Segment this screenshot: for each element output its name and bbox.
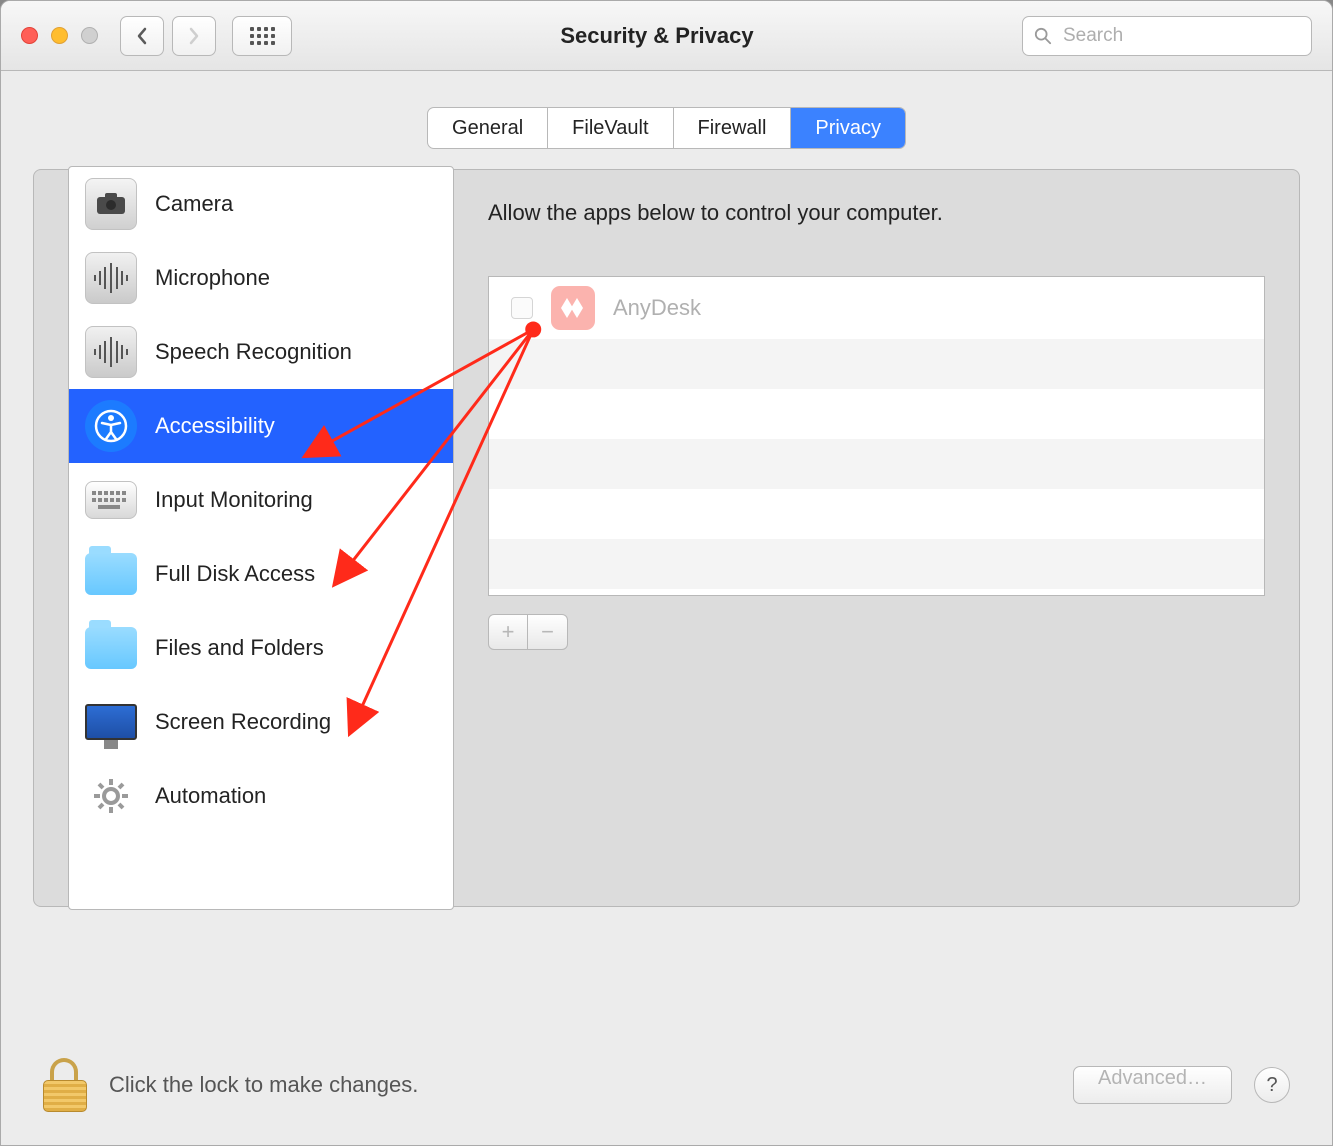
sidebar-item-label: Camera — [155, 191, 233, 217]
keyboard-icon — [85, 481, 137, 519]
window-title: Security & Privacy — [308, 23, 1006, 49]
sidebar-item-screen-recording[interactable]: Screen Recording — [69, 685, 453, 759]
preferences-window: Security & Privacy General FileVault Fir… — [0, 0, 1333, 1146]
advanced-button[interactable]: Advanced… — [1073, 1066, 1232, 1104]
sidebar-item-label: Automation — [155, 783, 266, 809]
sidebar-item-label: Microphone — [155, 265, 270, 291]
app-row-anydesk[interactable]: AnyDesk — [489, 277, 1264, 339]
content-area: Camera Microphone Speech Recognition — [33, 169, 1300, 907]
chevron-left-icon — [135, 27, 149, 45]
display-icon — [85, 704, 137, 740]
sidebar-item-speech-recognition[interactable]: Speech Recognition — [69, 315, 453, 389]
tabs: General FileVault Firewall Privacy — [427, 107, 906, 149]
anydesk-icon — [551, 286, 595, 330]
privacy-sidebar: Camera Microphone Speech Recognition — [68, 166, 454, 910]
tab-general[interactable]: General — [428, 108, 548, 148]
sidebar-item-accessibility[interactable]: Accessibility — [69, 389, 453, 463]
grid-icon — [250, 27, 275, 45]
app-name-label: AnyDesk — [613, 295, 701, 321]
sidebar-item-full-disk-access[interactable]: Full Disk Access — [69, 537, 453, 611]
sidebar-item-camera[interactable]: Camera — [69, 167, 453, 241]
add-remove-group: + − — [488, 614, 1265, 650]
window-controls — [21, 27, 98, 44]
close-window-button[interactable] — [21, 27, 38, 44]
zoom-window-button[interactable] — [81, 27, 98, 44]
accessibility-icon — [85, 400, 137, 452]
minimize-window-button[interactable] — [51, 27, 68, 44]
chevron-right-icon — [187, 27, 201, 45]
titlebar: Security & Privacy — [1, 1, 1332, 71]
sidebar-item-label: Input Monitoring — [155, 487, 313, 513]
sidebar-item-label: Speech Recognition — [155, 339, 352, 365]
tab-bar: General FileVault Firewall Privacy — [1, 71, 1332, 149]
detail-heading: Allow the apps below to control your com… — [488, 200, 1265, 226]
lock-shackle-icon — [50, 1058, 78, 1082]
sidebar-item-label: Screen Recording — [155, 709, 331, 735]
privacy-category-list: Camera Microphone Speech Recognition — [69, 167, 453, 833]
lock-body-icon — [43, 1080, 87, 1112]
detail-pane: Allow the apps below to control your com… — [470, 170, 1299, 906]
sidebar-item-input-monitoring[interactable]: Input Monitoring — [69, 463, 453, 537]
waveform-icon — [85, 326, 137, 378]
help-button[interactable]: ? — [1254, 1067, 1290, 1103]
sidebar-item-files-and-folders[interactable]: Files and Folders — [69, 611, 453, 685]
folder-icon — [85, 553, 137, 595]
tab-firewall[interactable]: Firewall — [674, 108, 792, 148]
search-icon — [1034, 27, 1052, 45]
sidebar-item-label: Accessibility — [155, 413, 275, 439]
add-app-button[interactable]: + — [488, 614, 528, 650]
tab-privacy[interactable]: Privacy — [791, 108, 905, 148]
app-list-empty-rows — [489, 339, 1264, 589]
app-checkbox-anydesk[interactable] — [511, 297, 533, 319]
camera-icon — [85, 178, 137, 230]
nav-buttons — [120, 16, 216, 56]
sidebar-item-label: Files and Folders — [155, 635, 324, 661]
lock-hint-label: Click the lock to make changes. — [109, 1072, 418, 1098]
sidebar-item-microphone[interactable]: Microphone — [69, 241, 453, 315]
show-all-button[interactable] — [232, 16, 292, 56]
microphone-icon — [85, 252, 137, 304]
back-button[interactable] — [120, 16, 164, 56]
sidebar-item-label: Full Disk Access — [155, 561, 315, 587]
remove-app-button[interactable]: − — [528, 614, 568, 650]
search-input[interactable] — [1022, 16, 1312, 56]
search-field-wrap — [1022, 16, 1312, 56]
gear-icon — [85, 770, 137, 822]
sidebar-item-automation[interactable]: Automation — [69, 759, 453, 833]
forward-button[interactable] — [172, 16, 216, 56]
footer: Click the lock to make changes. Advanced… — [1, 1025, 1332, 1145]
app-list: AnyDesk — [488, 276, 1265, 596]
lock-button[interactable] — [43, 1058, 87, 1112]
folder-icon — [85, 627, 137, 669]
tab-filevault[interactable]: FileVault — [548, 108, 673, 148]
